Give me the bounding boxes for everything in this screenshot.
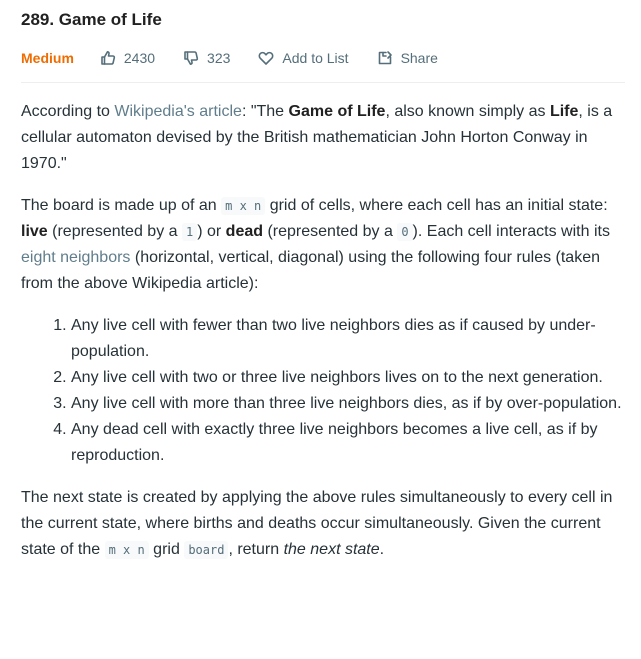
header-divider	[21, 82, 625, 83]
text: (represented by a	[47, 223, 182, 240]
share-icon	[378, 51, 392, 65]
share-button[interactable]: Share	[377, 50, 438, 66]
text: (represented by a	[263, 223, 398, 240]
text: ). Each cell interacts with its	[412, 223, 610, 240]
text: , also known simply as	[385, 103, 550, 120]
dislike-button[interactable]: 323	[183, 50, 230, 66]
description-paragraph-3: The next state is created by applying th…	[21, 485, 625, 563]
rule-item: Any live cell with more than three live …	[71, 391, 625, 417]
text: grid	[148, 541, 185, 558]
text: : "The	[241, 103, 289, 120]
dislike-count: 323	[207, 50, 231, 66]
description-paragraph-1: According to Wikipedia's article: "The G…	[21, 99, 625, 177]
text: According to	[21, 103, 115, 120]
heart-icon	[258, 51, 274, 65]
problem-title: 289. Game of Life	[21, 10, 162, 29]
inline-code: 1	[181, 223, 198, 241]
bold-text: dead	[225, 223, 264, 240]
text: ) or	[197, 223, 226, 240]
rules-list: Any live cell with fewer than two live n…	[21, 313, 625, 469]
like-count: 2430	[123, 50, 156, 66]
problem-meta-bar: Medium 2430 323 Add to List Share	[21, 46, 625, 70]
thumbs-down-icon	[184, 51, 199, 65]
emphasis-text: the next state	[283, 541, 380, 558]
rule-item: Any dead cell with exactly three live ne…	[71, 417, 625, 469]
bold-text: live	[21, 223, 48, 240]
eight-neighbors-link[interactable]: eight neighbors	[21, 249, 130, 266]
share-label: Share	[400, 50, 438, 66]
text: .	[379, 541, 385, 558]
text: grid of cells, where each cell has an in…	[265, 197, 608, 214]
inline-code: 0	[397, 223, 413, 241]
inline-code: m x n	[104, 541, 149, 559]
thumbs-up-icon	[101, 51, 116, 65]
inline-code: m x n	[221, 197, 266, 215]
add-to-list-label: Add to List	[282, 50, 349, 66]
text: The board is made up of an	[21, 197, 222, 214]
bold-text: Life	[549, 103, 579, 120]
description-paragraph-2: The board is made up of an m x n grid of…	[21, 193, 625, 297]
problem-description: According to Wikipedia's article: "The G…	[21, 99, 625, 563]
text: , return	[228, 541, 284, 558]
difficulty-badge: Medium	[21, 50, 74, 66]
problem-page: 289. Game of Life Medium 2430 323 Add to…	[0, 0, 641, 563]
inline-code: board	[184, 541, 229, 559]
bold-text: Game of Life	[288, 103, 386, 120]
add-to-list-button[interactable]: Add to List	[258, 50, 349, 66]
rule-item: Any live cell with fewer than two live n…	[71, 313, 625, 365]
like-button[interactable]: 2430	[100, 50, 155, 66]
wikipedia-article-link[interactable]: Wikipedia's article	[114, 103, 242, 120]
rule-item: Any live cell with two or three live nei…	[71, 365, 625, 391]
